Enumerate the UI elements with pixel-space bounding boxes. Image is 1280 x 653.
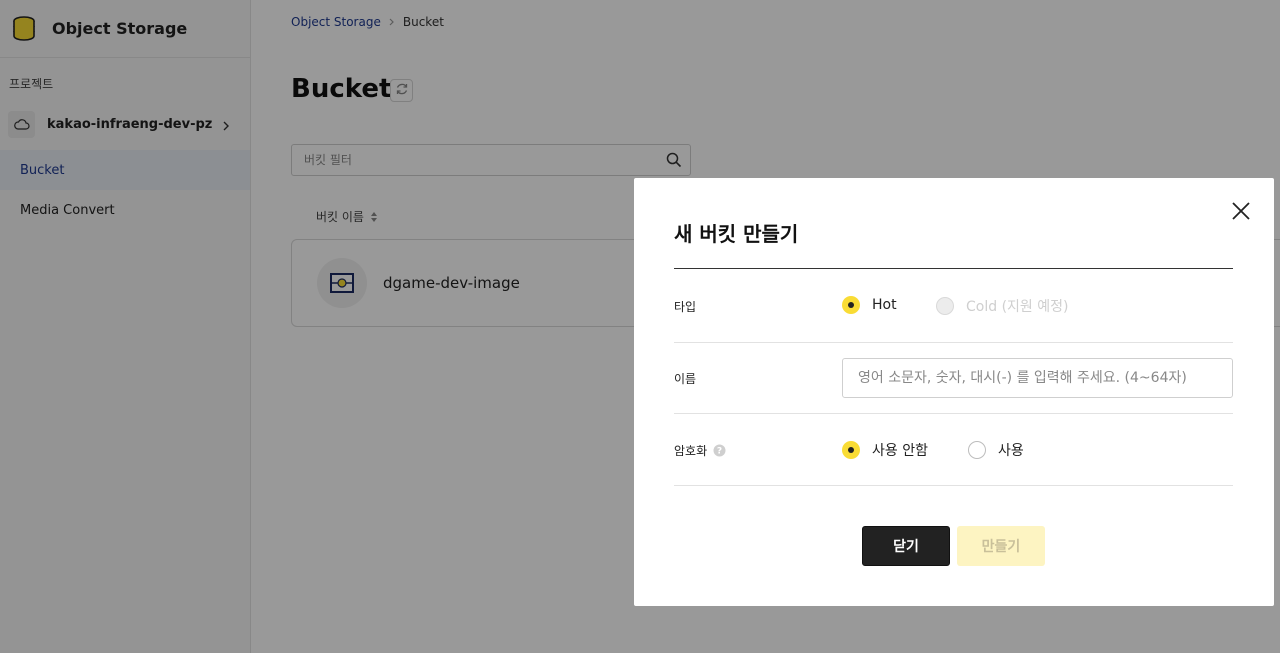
close-button[interactable]: 닫기 [862,526,950,566]
divider [674,342,1233,343]
divider [674,485,1233,486]
svg-text:?: ? [717,447,722,457]
encryption-radio-on[interactable]: 사용 [968,440,1024,460]
create-button[interactable]: 만들기 [957,526,1045,566]
type-radio-cold: Cold (지원 예정) [936,296,1068,316]
close-icon[interactable] [1230,200,1252,222]
radio-checked-icon [842,441,860,459]
create-bucket-dialog: 새 버킷 만들기 타입 Hot Cold (지원 예정) 이름 암호화 ? 사용… [634,178,1274,606]
radio-unchecked-icon [968,441,986,459]
encryption-off-label: 사용 안함 [872,443,928,459]
type-label: 타입 [674,300,697,314]
divider [674,268,1233,269]
encryption-label: 암호화 [674,444,708,458]
bucket-name-input[interactable] [842,358,1233,398]
dialog-title: 새 버킷 만들기 [674,222,799,246]
help-icon[interactable]: ? [713,444,726,457]
radio-disabled-icon [936,297,954,315]
encryption-on-label: 사용 [998,443,1024,459]
divider [674,413,1233,414]
encryption-label-row: 암호화 ? [674,442,726,459]
type-radio-hot[interactable]: Hot [842,296,897,314]
type-hot-label: Hot [872,297,897,313]
encryption-radio-off[interactable]: 사용 안함 [842,440,928,460]
radio-checked-icon [842,296,860,314]
name-label: 이름 [674,372,697,386]
type-cold-label: Cold (지원 예정) [966,299,1069,315]
